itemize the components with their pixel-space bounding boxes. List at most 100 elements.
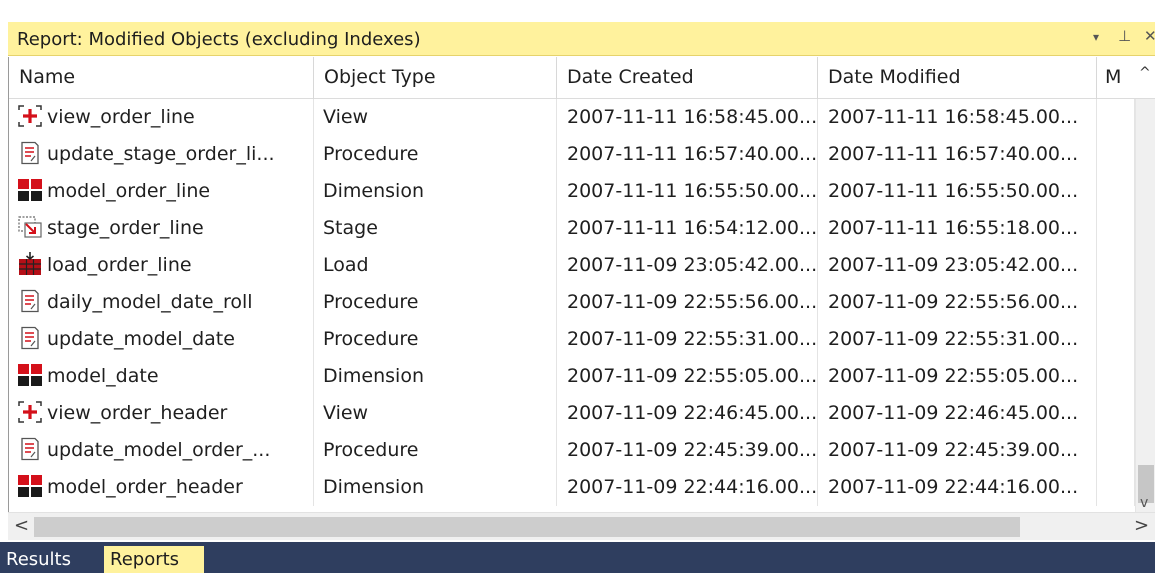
scroll-left-arrow-icon[interactable]: < xyxy=(14,515,29,536)
cell-name: daily_model_date_roll xyxy=(9,284,314,321)
column-header-date-created[interactable]: Date Created xyxy=(557,57,818,99)
table-row[interactable]: model_date Dimension 2007-11-09 22:55:05.0… xyxy=(9,358,1135,395)
cell-date-created: 2007-11-09 22:44:16.00... xyxy=(557,469,818,506)
cell-name: stage_order_line xyxy=(9,210,314,247)
cell-truncated-column xyxy=(1097,99,1135,136)
cell-name: view_order_line xyxy=(9,99,314,136)
bottom-tab-bar: Results Reports xyxy=(0,542,1155,573)
cell-date-created: 2007-11-11 16:57:40.00... xyxy=(557,136,818,173)
cell-truncated-column xyxy=(1097,136,1135,173)
dimension-icon xyxy=(17,474,43,498)
table-row[interactable]: daily_model_date_roll Procedure 2007-11-09… xyxy=(9,284,1135,321)
table-row[interactable]: update_stage_order_li... Procedure 2007-11… xyxy=(9,136,1135,173)
cell-date-created: 2007-11-11 16:55:50.00... xyxy=(557,173,818,210)
procedure-icon xyxy=(17,326,43,350)
table-row[interactable]: update_model_order_... Procedure 2007-11-0… xyxy=(9,432,1135,469)
cell-date-modified: 2007-11-09 22:55:56.00... xyxy=(818,284,1097,321)
cell-name: model_order_line xyxy=(9,173,314,210)
cell-name: model_date xyxy=(9,358,314,395)
cell-date-created: 2007-11-09 22:55:56.00... xyxy=(557,284,818,321)
dimension-icon xyxy=(17,363,43,387)
table-row[interactable]: view_order_line View 2007-11-11 16:58:45.0… xyxy=(9,99,1135,136)
cell-date-modified: 2007-11-09 22:46:45.00... xyxy=(818,395,1097,432)
cell-object-type: Procedure xyxy=(314,136,557,173)
cell-object-type: View xyxy=(314,99,557,136)
stage-icon xyxy=(17,215,43,239)
cell-name: update_model_order_... xyxy=(9,432,314,469)
column-header-date-modified[interactable]: Date Modified xyxy=(818,57,1097,99)
cell-date-created: 2007-11-09 22:45:39.00... xyxy=(557,432,818,469)
cell-name: model_order_header xyxy=(9,469,314,506)
table-row[interactable]: model_order_header Dimension 2007-11-09 22… xyxy=(9,469,1135,506)
object-name: model_order_header xyxy=(47,476,243,498)
cell-truncated-column xyxy=(1097,432,1135,469)
close-icon[interactable]: ✕ xyxy=(1144,27,1155,45)
table-row[interactable]: update_model_date Procedure 2007-11-09 22:… xyxy=(9,321,1135,358)
cell-truncated-column xyxy=(1097,358,1135,395)
table-row[interactable]: load_order_line Load 2007-11-09 23:05:42.0… xyxy=(9,247,1135,284)
scroll-right-arrow-icon[interactable]: > xyxy=(1134,515,1149,536)
report-panel-title-bar: Report: Modified Objects (excluding Inde… xyxy=(8,22,1155,56)
cell-date-created: 2007-11-09 22:55:05.00... xyxy=(557,358,818,395)
report-grid: Name Object Type Date Created Date Modif… xyxy=(8,57,1155,512)
cell-object-type: Procedure xyxy=(314,321,557,358)
horizontal-scrollbar[interactable]: < > xyxy=(8,512,1155,540)
cell-object-type: Stage xyxy=(314,210,557,247)
object-name: daily_model_date_roll xyxy=(47,291,253,313)
cell-object-type: Procedure xyxy=(314,432,557,469)
procedure-icon xyxy=(17,289,43,313)
cell-date-created: 2007-11-11 16:54:12.00... xyxy=(557,210,818,247)
cell-truncated-column xyxy=(1097,395,1135,432)
cell-date-modified: 2007-11-09 23:05:42.00... xyxy=(818,247,1097,284)
cell-date-modified: 2007-11-11 16:55:18.00... xyxy=(818,210,1097,247)
cell-date-modified: 2007-11-09 22:44:16.00... xyxy=(818,469,1097,506)
procedure-icon xyxy=(17,437,43,461)
view-icon xyxy=(17,104,43,128)
tab-results[interactable]: Results xyxy=(0,546,77,573)
cell-truncated-column xyxy=(1097,247,1135,284)
object-name: load_order_line xyxy=(47,254,192,276)
cell-date-modified: 2007-11-09 22:55:31.00... xyxy=(818,321,1097,358)
cell-object-type: View xyxy=(314,395,557,432)
cell-name: update_stage_order_li... xyxy=(9,136,314,173)
cell-date-modified: 2007-11-11 16:57:40.00... xyxy=(818,136,1097,173)
tab-reports[interactable]: Reports xyxy=(104,546,204,573)
cell-truncated-column xyxy=(1097,173,1135,210)
dimension-icon xyxy=(17,178,43,202)
cell-truncated-column xyxy=(1097,284,1135,321)
grid-header-row: Name Object Type Date Created Date Modif… xyxy=(9,57,1155,99)
cell-object-type: Dimension xyxy=(314,173,557,210)
cell-object-type: Load xyxy=(314,247,557,284)
pin-icon[interactable]: ⊥ xyxy=(1118,27,1131,45)
column-header-name[interactable]: Name xyxy=(9,57,314,99)
cell-date-modified: 2007-11-11 16:58:45.00... xyxy=(818,99,1097,136)
table-row[interactable]: stage_order_line Stage 2007-11-11 16:54:12… xyxy=(9,210,1135,247)
horizontal-scroll-thumb[interactable] xyxy=(34,517,1020,537)
cell-name: load_order_line xyxy=(9,247,314,284)
procedure-icon xyxy=(17,141,43,165)
table-row[interactable]: view_order_header View 2007-11-09 22:46:45… xyxy=(9,395,1135,432)
cell-truncated-column xyxy=(1097,321,1135,358)
cell-date-modified: 2007-11-09 22:55:05.00... xyxy=(818,358,1097,395)
cell-date-modified: 2007-11-09 22:45:39.00... xyxy=(818,432,1097,469)
cell-object-type: Dimension xyxy=(314,358,557,395)
grid-body: view_order_line View 2007-11-11 16:58:45.0… xyxy=(9,99,1135,512)
cell-name: update_model_date xyxy=(9,321,314,358)
panel-menu-dropdown-icon[interactable]: ▾ xyxy=(1093,30,1099,44)
cell-date-created: 2007-11-09 23:05:42.00... xyxy=(557,247,818,284)
cell-name: view_order_header xyxy=(9,395,314,432)
object-name: model_date xyxy=(47,365,159,387)
scroll-down-arrow-icon[interactable]: v xyxy=(1140,495,1148,511)
cell-truncated-column xyxy=(1097,469,1135,506)
object-name: view_order_line xyxy=(47,106,195,128)
column-header-truncated[interactable]: M xyxy=(1097,57,1135,99)
column-header-object-type[interactable]: Object Type xyxy=(314,57,557,99)
vertical-scrollbar[interactable]: ^ v xyxy=(1135,65,1155,512)
load-icon xyxy=(17,251,43,276)
scroll-up-arrow-icon[interactable]: ^ xyxy=(1139,65,1151,81)
table-row[interactable]: model_order_line Dimension 2007-11-11 16:5… xyxy=(9,173,1135,210)
report-panel-title: Report: Modified Objects (excluding Inde… xyxy=(17,29,421,50)
object-name: update_stage_order_li... xyxy=(47,143,275,165)
cell-date-created: 2007-11-11 16:58:45.00... xyxy=(557,99,818,136)
object-name: update_model_date xyxy=(47,328,235,350)
